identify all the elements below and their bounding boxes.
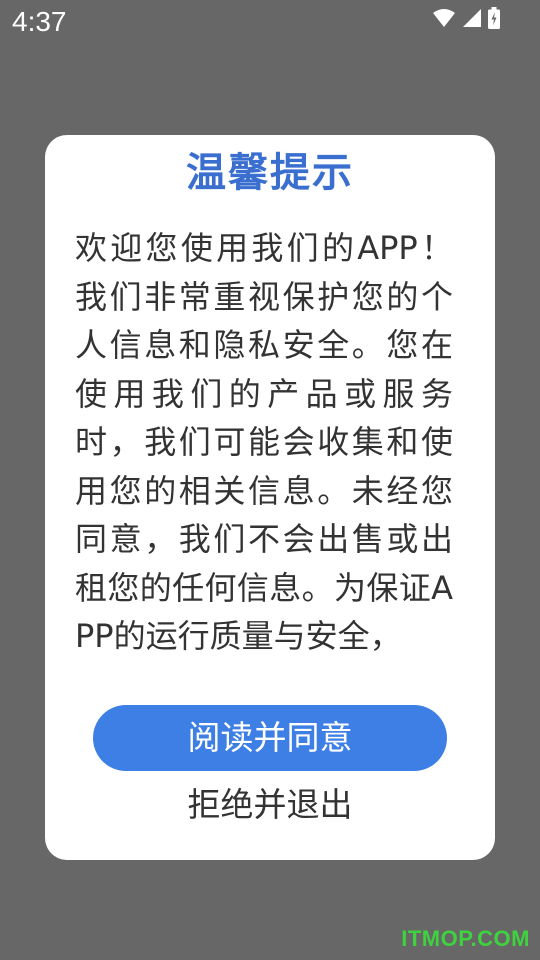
agree-button[interactable]: 阅读并同意 <box>93 705 447 771</box>
status-bar: 4:37 <box>0 0 540 44</box>
dialog-body[interactable]: 欢迎您使用我们的APP！我们非常重视保护您的个人信息和隐私安全。您在使用我们的产… <box>75 224 453 660</box>
dialog-title: 温馨提示 <box>186 150 354 196</box>
status-time: 4:37 <box>12 6 67 37</box>
battery-charging-icon <box>488 7 500 29</box>
status-icons <box>432 7 500 29</box>
reject-button[interactable]: 拒绝并退出 <box>93 778 447 832</box>
wifi-icon <box>432 8 456 28</box>
dialog-body-text: 欢迎您使用我们的APP！我们非常重视保护您的个人信息和隐私安全。您在使用我们的产… <box>75 229 453 655</box>
cellular-signal-icon <box>462 8 482 28</box>
watermark: ITMOP.COM <box>401 926 530 951</box>
